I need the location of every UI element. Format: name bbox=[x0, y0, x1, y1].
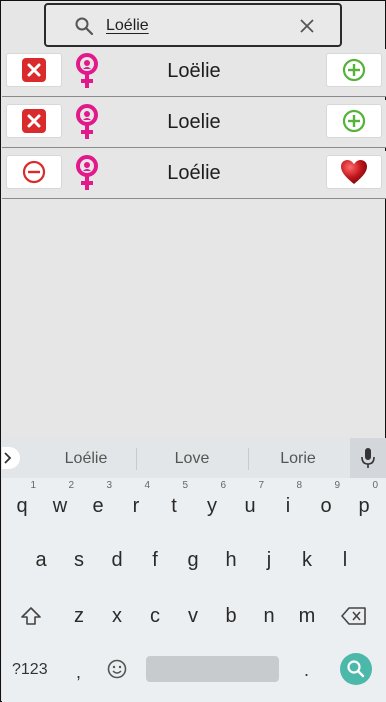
divider bbox=[248, 448, 249, 470]
suggestion-3[interactable]: Lorie bbox=[253, 450, 343, 468]
app-frame: Loélie Loëlie Loelie Loélie Loélie Love … bbox=[0, 0, 386, 702]
shift-key[interactable] bbox=[13, 596, 49, 636]
key-m[interactable]: m bbox=[289, 596, 325, 636]
key-h[interactable]: h bbox=[213, 540, 249, 580]
list-item: Loëlie bbox=[2, 49, 386, 97]
suggestion-1[interactable]: Loélie bbox=[41, 450, 131, 468]
key-r[interactable]: r4 bbox=[118, 480, 154, 526]
search-bar[interactable]: Loélie bbox=[44, 3, 342, 47]
soft-keyboard: Loélie Love Lorie q1 w2 e3 r4 t5 y6 u7 i… bbox=[2, 438, 386, 702]
add-button[interactable] bbox=[326, 104, 382, 138]
backspace-key[interactable] bbox=[336, 596, 372, 636]
key-f[interactable]: f bbox=[137, 540, 173, 580]
key-a[interactable]: a bbox=[23, 540, 59, 580]
space-bar[interactable] bbox=[146, 656, 279, 682]
key-u[interactable]: u7 bbox=[232, 480, 268, 526]
comma-key[interactable]: , bbox=[76, 662, 81, 683]
backspace-icon bbox=[341, 607, 366, 625]
key-l[interactable]: l bbox=[327, 540, 363, 580]
suggestion-strip: Loélie Love Lorie bbox=[2, 438, 386, 478]
favorite-button[interactable] bbox=[326, 155, 382, 189]
suggestion-2[interactable]: Love bbox=[147, 450, 237, 468]
microphone-button[interactable] bbox=[350, 438, 386, 478]
add-button[interactable] bbox=[326, 53, 382, 87]
key-b[interactable]: b bbox=[213, 596, 249, 636]
add-icon bbox=[342, 109, 366, 133]
key-v[interactable]: v bbox=[175, 596, 211, 636]
key-o[interactable]: o9 bbox=[308, 480, 344, 526]
key-j[interactable]: j bbox=[251, 540, 287, 580]
key-n[interactable]: n bbox=[251, 596, 287, 636]
list-item: Loélie bbox=[2, 151, 386, 199]
key-c[interactable]: c bbox=[137, 596, 173, 636]
symbols-key[interactable]: ?123 bbox=[12, 661, 48, 679]
key-y[interactable]: y6 bbox=[194, 480, 230, 526]
key-q[interactable]: q1 bbox=[4, 480, 40, 526]
key-s[interactable]: s bbox=[61, 540, 97, 580]
key-g[interactable]: g bbox=[175, 540, 211, 580]
key-z[interactable]: z bbox=[61, 596, 97, 636]
list-item: Loelie bbox=[2, 100, 386, 148]
key-p[interactable]: p0 bbox=[346, 480, 382, 526]
period-key[interactable]: . bbox=[304, 660, 309, 681]
search-input[interactable]: Loélie bbox=[106, 17, 149, 35]
search-icon bbox=[75, 17, 94, 36]
search-icon bbox=[347, 660, 365, 678]
key-i[interactable]: i8 bbox=[270, 480, 306, 526]
clear-icon[interactable] bbox=[298, 17, 316, 35]
key-d[interactable]: d bbox=[99, 540, 135, 580]
search-action-key[interactable] bbox=[340, 653, 372, 685]
microphone-icon bbox=[361, 448, 375, 468]
emoji-icon[interactable] bbox=[106, 658, 128, 680]
add-icon bbox=[342, 58, 366, 82]
key-k[interactable]: k bbox=[289, 540, 325, 580]
chevron-right-icon bbox=[4, 452, 12, 464]
shift-icon bbox=[21, 607, 41, 625]
expand-suggestions-button[interactable] bbox=[2, 447, 20, 469]
key-x[interactable]: x bbox=[99, 596, 135, 636]
heart-icon bbox=[341, 160, 367, 184]
divider bbox=[136, 448, 137, 470]
key-e[interactable]: e3 bbox=[80, 480, 116, 526]
key-w[interactable]: w2 bbox=[42, 480, 78, 526]
key-t[interactable]: t5 bbox=[156, 480, 192, 526]
